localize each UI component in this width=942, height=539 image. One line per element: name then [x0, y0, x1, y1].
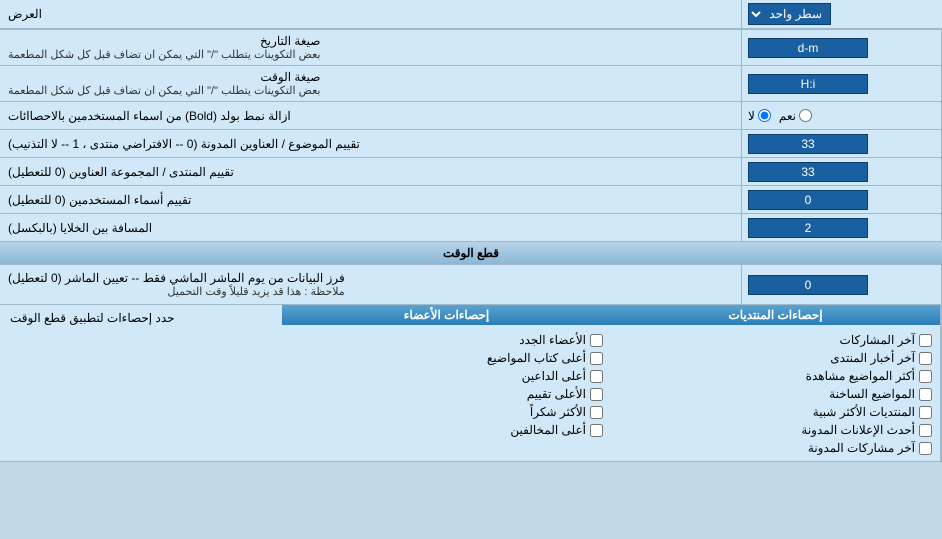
display-select-cell[interactable]: سطر واحد: [742, 0, 942, 28]
checkbox-members-5-label: أعلى المخالفين: [510, 423, 586, 437]
bold-remove-label-cell: ازالة نمط بولد (Bold) من اسماء المستخدمي…: [0, 102, 742, 129]
cell-spacing-value[interactable]: 2: [748, 218, 868, 238]
checkbox-members-0-label: الأعضاء الجدد: [519, 333, 586, 347]
cell-spacing-label: المسافة بين الخلايا (بالبكسل): [8, 221, 152, 235]
checkbox-members-4-label: الأكثر شكراً: [530, 405, 586, 419]
cutoff-days-input-cell: 0: [742, 265, 942, 304]
cutoff-section-title: قطع الوقت: [443, 246, 499, 260]
stats-members-title: إحصاءات الأعضاء: [282, 305, 611, 325]
checkbox-members-3-label: الأعلى تقييم: [527, 387, 586, 401]
cell-spacing-label-cell: المسافة بين الخلايا (بالبكسل): [0, 214, 742, 241]
checkbox-posts-1[interactable]: آخر أخبار المنتدى: [619, 349, 932, 367]
checkbox-posts-2-input[interactable]: [919, 370, 932, 383]
members-checkboxes-col: الأعضاء الجدد أعلى كتاب المواضيع أعلى ال…: [282, 327, 611, 461]
stats-posts-title: إحصاءات المنتديات: [611, 305, 940, 325]
bold-remove-yes-label[interactable]: نعم: [779, 109, 812, 123]
posts-checkboxes-col: آخر المشاركات آخر أخبار المنتدى أكثر الم…: [611, 327, 941, 461]
username-order-label: تقييم أسماء المستخدمين (0 للتعطيل): [8, 193, 191, 207]
checkbox-members-5[interactable]: أعلى المخالفين: [290, 421, 603, 439]
checkbox-posts-1-input[interactable]: [919, 352, 932, 365]
checkbox-members-2-input[interactable]: [590, 370, 603, 383]
date-format-label: صيغة التاريخ: [8, 34, 320, 48]
bold-remove-yes-radio[interactable]: [799, 109, 812, 122]
cutoff-section-header: قطع الوقت: [0, 242, 942, 265]
cutoff-days-label-cell: فرز البيانات من يوم الماشر الماشي فقط --…: [0, 265, 742, 304]
topic-order-value[interactable]: 33: [748, 134, 868, 154]
cutoff-days-value[interactable]: 0: [748, 275, 868, 295]
checkbox-members-0-input[interactable]: [590, 334, 603, 347]
checkbox-members-5-input[interactable]: [590, 424, 603, 437]
checkbox-members-2-label: أعلى الداعين: [522, 369, 586, 383]
checkbox-posts-2-label: أكثر المواضيع مشاهدة: [806, 369, 915, 383]
username-order-value[interactable]: 0: [748, 190, 868, 210]
checkbox-members-1[interactable]: أعلى كتاب المواضيع: [290, 349, 603, 367]
cutoff-days-label: فرز البيانات من يوم الماشر الماشي فقط --…: [8, 271, 345, 285]
checkbox-members-4-input[interactable]: [590, 406, 603, 419]
checkbox-members-3[interactable]: الأعلى تقييم: [290, 385, 603, 403]
checkbox-posts-6[interactable]: آخر مشاركات المدونة: [619, 439, 932, 457]
checkbox-posts-1-label: آخر أخبار المنتدى: [830, 351, 915, 365]
stats-limits-label-cell: حدد إحصاءات لتطبيق قطع الوقت: [0, 305, 282, 461]
checkbox-posts-4-input[interactable]: [919, 406, 932, 419]
checkbox-posts-6-input[interactable]: [919, 442, 932, 455]
bold-remove-no-label[interactable]: لا: [748, 109, 771, 123]
checkbox-posts-3-label: المواضيع الساخنة: [829, 387, 915, 401]
time-format-value[interactable]: H:i: [748, 74, 868, 94]
checkbox-posts-5-input[interactable]: [919, 424, 932, 437]
checkbox-posts-5[interactable]: أحدث الإعلانات المدونة: [619, 421, 932, 439]
forum-order-label-cell: تقييم المنتدى / المجموعة العناوين (0 للت…: [0, 158, 742, 185]
forum-order-input-cell: 33: [742, 158, 942, 185]
checkbox-posts-4[interactable]: المنتديات الأكثر شبية: [619, 403, 932, 421]
topic-order-label: تقييم الموضوع / العناوين المدونة (0 -- ا…: [8, 137, 360, 151]
display-select[interactable]: سطر واحد: [748, 3, 831, 25]
bold-remove-yes-text: نعم: [779, 109, 796, 123]
checkbox-posts-0[interactable]: آخر المشاركات: [619, 331, 932, 349]
stats-limits-label: حدد إحصاءات لتطبيق قطع الوقت: [10, 311, 175, 325]
topic-order-input-cell: 33: [742, 130, 942, 157]
checkbox-members-0[interactable]: الأعضاء الجدد: [290, 331, 603, 349]
checkbox-members-4[interactable]: الأكثر شكراً: [290, 403, 603, 421]
checkbox-posts-3-input[interactable]: [919, 388, 932, 401]
date-format-value[interactable]: d-m: [748, 38, 868, 58]
bold-remove-no-radio[interactable]: [758, 109, 771, 122]
forum-order-value[interactable]: 33: [748, 162, 868, 182]
time-format-input-cell: H:i: [742, 66, 942, 101]
time-format-note: بعض التكوينات يتطلب "/" التي يمكن ان تضا…: [8, 84, 320, 97]
cell-spacing-input-cell: 2: [742, 214, 942, 241]
bold-remove-input-cell: نعم لا: [742, 102, 942, 129]
topic-order-label-cell: تقييم الموضوع / العناوين المدونة (0 -- ا…: [0, 130, 742, 157]
checkbox-members-1-label: أعلى كتاب المواضيع: [487, 351, 586, 365]
date-format-note: بعض التكوينات يتطلب "/" التي يمكن ان تضا…: [8, 48, 320, 61]
display-label-text: العرض: [8, 7, 42, 21]
checkbox-members-1-input[interactable]: [590, 352, 603, 365]
checkbox-members-2[interactable]: أعلى الداعين: [290, 367, 603, 385]
checkbox-posts-0-input[interactable]: [919, 334, 932, 347]
checkbox-posts-2[interactable]: أكثر المواضيع مشاهدة: [619, 367, 932, 385]
bold-remove-no-text: لا: [748, 109, 755, 123]
time-format-label: صيغة الوقت: [8, 70, 320, 84]
date-format-input-cell: d-m: [742, 30, 942, 65]
checkbox-posts-5-label: أحدث الإعلانات المدونة: [801, 423, 915, 437]
bold-remove-label: ازالة نمط بولد (Bold) من اسماء المستخدمي…: [8, 109, 291, 123]
time-format-label-cell: صيغة الوقت بعض التكوينات يتطلب "/" التي …: [0, 66, 742, 101]
username-order-input-cell: 0: [742, 186, 942, 213]
cutoff-days-note: ملاحظة : هذا قد يزيد قليلاً وقت التحميل: [8, 285, 345, 298]
date-format-label-cell: صيغة التاريخ بعض التكوينات يتطلب "/" الت…: [0, 30, 742, 65]
bold-remove-radio-group: نعم لا: [748, 109, 812, 123]
display-label: العرض: [0, 0, 742, 28]
checkbox-posts-0-label: آخر المشاركات: [840, 333, 915, 347]
checkbox-posts-6-label: آخر مشاركات المدونة: [808, 441, 915, 455]
checkbox-posts-3[interactable]: المواضيع الساخنة: [619, 385, 932, 403]
checkbox-posts-4-label: المنتديات الأكثر شبية: [813, 405, 915, 419]
checkbox-members-3-input[interactable]: [590, 388, 603, 401]
forum-order-label: تقييم المنتدى / المجموعة العناوين (0 للت…: [8, 165, 234, 179]
username-order-label-cell: تقييم أسماء المستخدمين (0 للتعطيل): [0, 186, 742, 213]
